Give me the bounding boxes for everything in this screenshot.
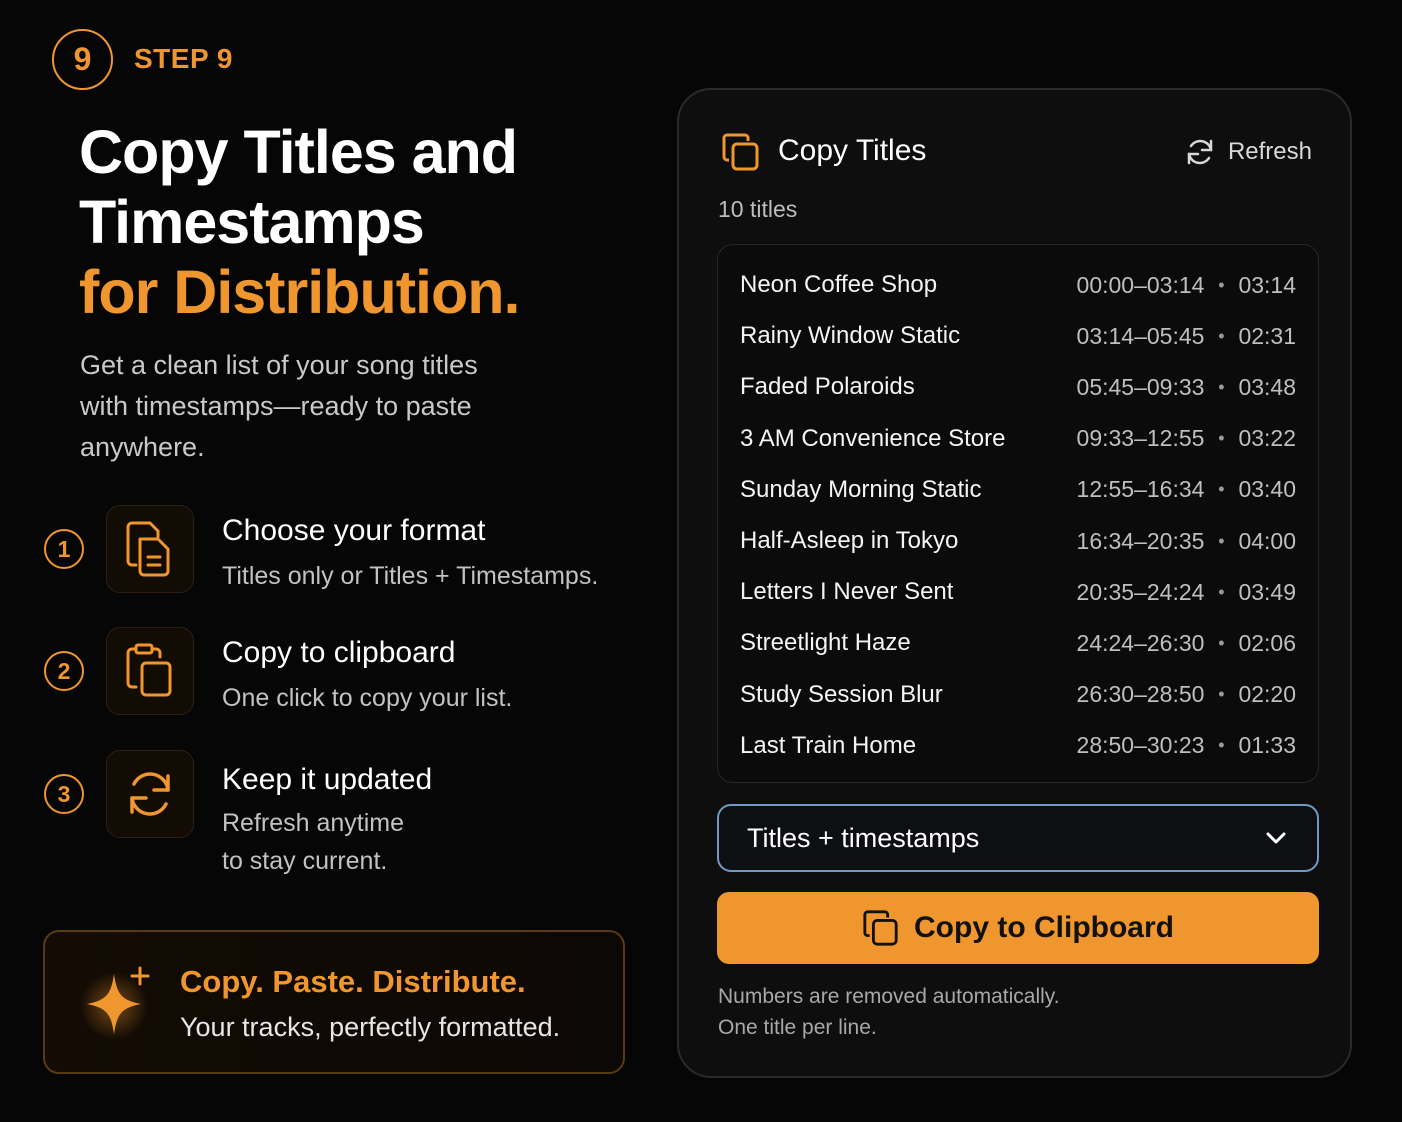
track-time-range: 09:33–12:55 <box>1076 425 1205 452</box>
feature-description-line-2: to stay current. <box>222 847 388 875</box>
track-row: Last Train Home 28:50–30:23 • 01:33 <box>740 726 1296 766</box>
track-list: Neon Coffee Shop 00:00–03:14 • 03:14 Rainy W… <box>717 244 1319 783</box>
promo-title: Copy. Paste. Distribute. <box>180 964 526 999</box>
track-row: Faded Polaroids 05:45–09:33 • 03:48 <box>740 367 1296 407</box>
format-select[interactable]: Titles + timestamps <box>717 804 1319 872</box>
track-duration: 03:40 <box>1238 476 1296 503</box>
track-time-range: 05:45–09:33 <box>1076 373 1205 400</box>
track-time-range: 03:14–05:45 <box>1076 322 1205 349</box>
track-duration: 04:00 <box>1238 527 1296 554</box>
separator-dot: • <box>1218 479 1225 500</box>
feature-title: Copy to clipboard <box>222 636 456 669</box>
track-title: Study Session Blur <box>740 680 943 708</box>
separator-dot: • <box>1218 735 1225 756</box>
feature-icon-tile <box>106 505 194 593</box>
feature-copy-clipboard: 2 Copy to clipboard One click to copy yo… <box>44 627 644 717</box>
format-select-value: Titles + timestamps <box>747 822 980 853</box>
feature-number-badge: 3 <box>44 774 84 814</box>
separator-dot: • <box>1218 325 1225 346</box>
separator-dot: • <box>1218 376 1225 397</box>
separator-dot: • <box>1218 581 1225 602</box>
refresh-button[interactable]: Refresh <box>1184 134 1312 170</box>
separator-dot: • <box>1218 632 1225 653</box>
track-duration: 02:20 <box>1238 681 1296 708</box>
track-time-range: 16:34–20:35 <box>1076 527 1205 554</box>
track-duration: 02:31 <box>1238 322 1296 349</box>
track-duration: 03:48 <box>1238 373 1296 400</box>
copy-titles-panel: Copy Titles Refresh 10 titles Neon Coffe… <box>677 88 1352 1078</box>
track-title: Last Train Home <box>740 731 917 759</box>
feature-number-badge: 2 <box>44 651 84 691</box>
track-time-range: 26:30–28:50 <box>1076 681 1205 708</box>
note-one-title-per-line: One title per line. <box>718 1016 877 1039</box>
feature-title: Choose your format <box>222 514 486 547</box>
track-title: Sunday Morning Static <box>740 475 982 503</box>
track-time-range: 20:35–24:24 <box>1076 578 1205 605</box>
track-time-range: 00:00–03:14 <box>1076 271 1205 298</box>
hero-line-3-accent: for Distribution. <box>79 258 520 326</box>
track-row: Study Session Blur 26:30–28:50 • 02:20 <box>740 675 1296 715</box>
track-title: Streetlight Haze <box>740 629 911 657</box>
track-title: Faded Polaroids <box>740 373 915 401</box>
copy-to-clipboard-button[interactable]: Copy to Clipboard <box>717 892 1319 964</box>
track-row: Sunday Morning Static 12:55–16:34 • 03:40 <box>740 470 1296 510</box>
track-row: Streetlight Haze 24:24–26:30 • 02:06 <box>740 623 1296 663</box>
hero-line-2: Timestamps <box>79 188 425 256</box>
sparkle-icon <box>80 966 150 1040</box>
step-number-badge: 9 <box>52 29 113 90</box>
track-time-range: 24:24–26:30 <box>1076 629 1205 656</box>
feature-icon-tile <box>106 750 194 838</box>
promo-description: Your tracks, perfectly formatted. <box>180 1012 561 1042</box>
track-title: Rainy Window Static <box>740 322 961 350</box>
hero-line-1: Copy Titles and <box>79 118 518 186</box>
separator-dot: • <box>1218 684 1225 705</box>
separator-dot: • <box>1218 530 1225 551</box>
hero-subtitle: Get a clean list of your song titles wit… <box>80 350 478 462</box>
refresh-label: Refresh <box>1227 138 1312 165</box>
copy-icon <box>863 910 898 946</box>
feature-description: Titles only or Titles + Timestamps. <box>222 562 599 590</box>
copy-button-label: Copy to Clipboard <box>914 911 1174 944</box>
feature-choose-format: 1 Choose your format Titles only or Titl… <box>44 505 644 595</box>
refresh-icon <box>1187 139 1213 165</box>
hero-heading: Copy Titles and Timestamps for Distribut… <box>79 117 520 327</box>
track-duration: 03:49 <box>1238 578 1296 605</box>
refresh-icon <box>130 772 170 816</box>
track-row: Rainy Window Static 03:14–05:45 • 02:31 <box>740 316 1296 356</box>
promo-card: Copy. Paste. Distribute. Your tracks, pe… <box>43 930 625 1074</box>
track-title: Half-Asleep in Tokyo <box>740 527 959 554</box>
panel-title: Copy Titles <box>778 134 927 167</box>
feature-title: Keep it updated <box>222 763 433 796</box>
copy-icon <box>722 133 759 171</box>
note-numbers-removed: Numbers are removed automatically. <box>718 985 1060 1008</box>
track-row: Neon Coffee Shop 00:00–03:14 • 03:14 <box>740 265 1296 305</box>
track-time-range: 12:55–16:34 <box>1076 476 1205 503</box>
chevron-down-icon <box>1266 832 1286 844</box>
feature-icon-tile <box>106 627 194 715</box>
track-duration: 03:14 <box>1238 271 1296 298</box>
clipboard-icon <box>126 643 172 697</box>
title-count: 10 titles <box>718 196 798 222</box>
feature-number-badge: 1 <box>44 529 84 569</box>
document-copy-icon <box>126 521 170 577</box>
track-time-range: 28:50–30:23 <box>1076 732 1205 759</box>
separator-dot: • <box>1218 428 1225 449</box>
track-row: Letters I Never Sent 20:35–24:24 • 03:49 <box>740 572 1296 612</box>
track-duration: 03:22 <box>1238 425 1296 452</box>
track-title: Neon Coffee Shop <box>740 271 938 298</box>
step-label: STEP 9 <box>134 43 233 74</box>
feature-keep-updated: 3 Keep it updated Refresh anytime to sta… <box>44 750 644 875</box>
track-title: Letters I Never Sent <box>740 578 954 606</box>
track-title: 3 AM Convenience Store <box>740 424 1006 452</box>
feature-description: One click to copy your list. <box>222 684 513 712</box>
track-duration: 01:33 <box>1238 732 1296 759</box>
feature-description-line-1: Refresh anytime <box>222 809 405 837</box>
track-duration: 02:06 <box>1238 629 1296 656</box>
separator-dot: • <box>1218 274 1225 295</box>
track-row: Half-Asleep in Tokyo 16:34–20:35 • 04:00 <box>740 521 1296 561</box>
track-row: 3 AM Convenience Store 09:33–12:55 • 03:22 <box>740 419 1296 459</box>
